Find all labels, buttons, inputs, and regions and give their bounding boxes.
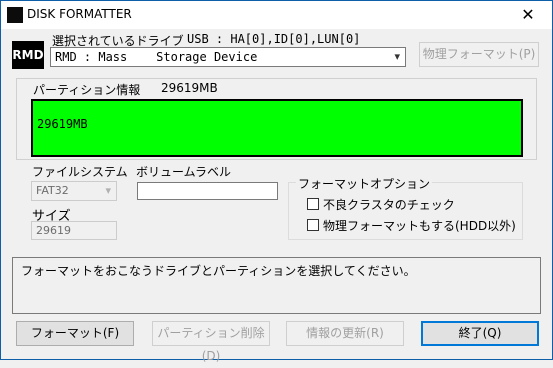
bad-cluster-label: 不良クラスタのチェック: [323, 198, 455, 212]
delete-partition-button[interactable]: パーティション削除(D): [152, 321, 270, 363]
title-bar: DISK FORMATTER ✕: [1, 1, 552, 29]
format-options-title: フォーマットオプション: [296, 175, 433, 192]
rmd-logo: RMD: [12, 41, 44, 69]
physical-format-button[interactable]: 物理フォーマット(P): [419, 42, 539, 67]
refresh-info-button[interactable]: 情報の更新(R): [286, 321, 404, 346]
physical-format-checkbox[interactable]: [307, 219, 319, 231]
filesystem-value: FAT32: [36, 184, 69, 197]
status-message: フォーマットをおこなうドライブとパーティションを選択してください。: [21, 264, 416, 278]
selected-drive-address: USB : HA[0],ID[0],LUN[0]: [187, 32, 361, 46]
physical-format-label: 物理フォーマットもする(HDD以外): [323, 219, 516, 233]
size-value: 29619: [36, 224, 71, 237]
partition-total: 29619MB: [161, 81, 218, 95]
app-icon: [7, 7, 23, 23]
drive-select[interactable]: RMD : Mass Storage Device ▾: [50, 47, 406, 67]
status-message-box: フォーマットをおこなうドライブとパーティションを選択してください。: [12, 257, 541, 314]
filesystem-label: ファイルシステム: [32, 165, 128, 179]
partition-bar[interactable]: 29619MB: [31, 99, 523, 157]
window-title: DISK FORMATTER: [27, 7, 132, 21]
size-field: 29619: [31, 221, 117, 240]
filesystem-select: FAT32 ▾: [31, 181, 117, 201]
volume-label-input[interactable]: [137, 182, 278, 200]
chevron-down-icon: ▾: [394, 50, 400, 63]
format-button[interactable]: フォーマット(F): [16, 321, 134, 346]
bad-cluster-checkbox[interactable]: [307, 198, 319, 210]
partition-info-label: パーティション情報: [33, 83, 141, 97]
close-icon[interactable]: ✕: [518, 5, 538, 25]
drive-select-value: RMD : Mass Storage Device: [55, 50, 258, 64]
volume-label-label: ボリュームラベル: [136, 165, 232, 179]
disk-formatter-window: DISK FORMATTER ✕ RMD 選択されているドライブ USB : H…: [0, 0, 553, 363]
chevron-down-icon: ▾: [105, 184, 111, 197]
partition-bar-text: 29619MB: [37, 117, 88, 131]
exit-button[interactable]: 終了(Q): [421, 321, 539, 346]
